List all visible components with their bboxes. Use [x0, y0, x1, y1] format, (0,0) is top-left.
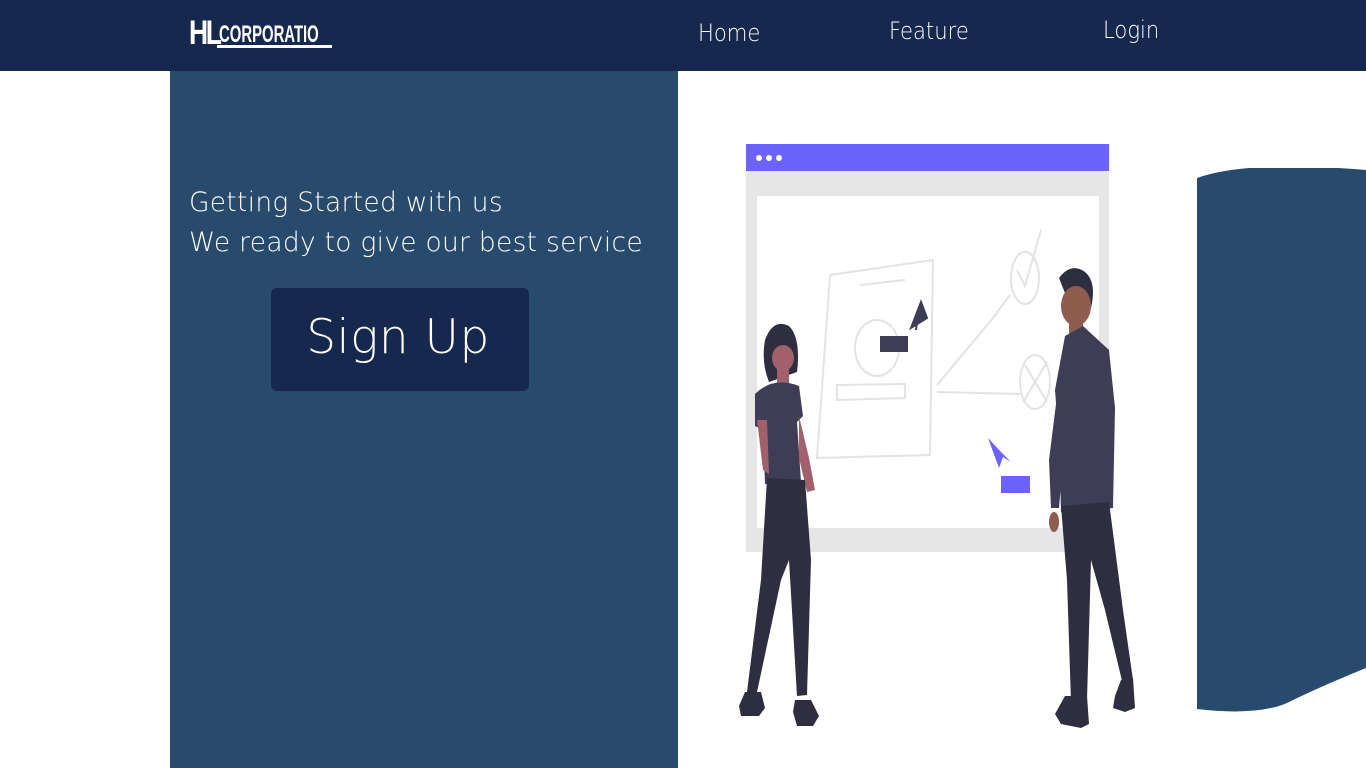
selection-box-accent	[1001, 476, 1030, 493]
selection-box-dark	[880, 336, 908, 352]
nav-link-feature[interactable]: Feature	[889, 17, 969, 45]
window-dots-icon	[756, 155, 782, 161]
nav-link-login[interactable]: Login	[1103, 16, 1159, 44]
whiteboard-illustration	[739, 144, 1135, 728]
decorative-wave-shape	[1197, 168, 1366, 712]
navbar: HL CORPORATIO Home Feature Login	[0, 0, 1366, 71]
logo-underline	[217, 45, 332, 48]
signup-button-label: Sign Up	[306, 310, 490, 365]
window-titlebar	[746, 144, 1109, 171]
hero-headline: Getting Started with us We ready to give…	[189, 183, 643, 263]
nav-link-home[interactable]: Home	[698, 19, 760, 47]
hero-line-2: We ready to give our best service	[189, 227, 643, 258]
brand-logo[interactable]: HL CORPORATIO	[189, 12, 380, 50]
logo-wordmark: CORPORATIO	[219, 21, 319, 48]
hero-panel	[170, 71, 678, 768]
logo-monogram: HL	[189, 14, 222, 52]
signup-button[interactable]: Sign Up	[271, 288, 529, 391]
hero-line-1: Getting Started with us	[189, 187, 503, 218]
